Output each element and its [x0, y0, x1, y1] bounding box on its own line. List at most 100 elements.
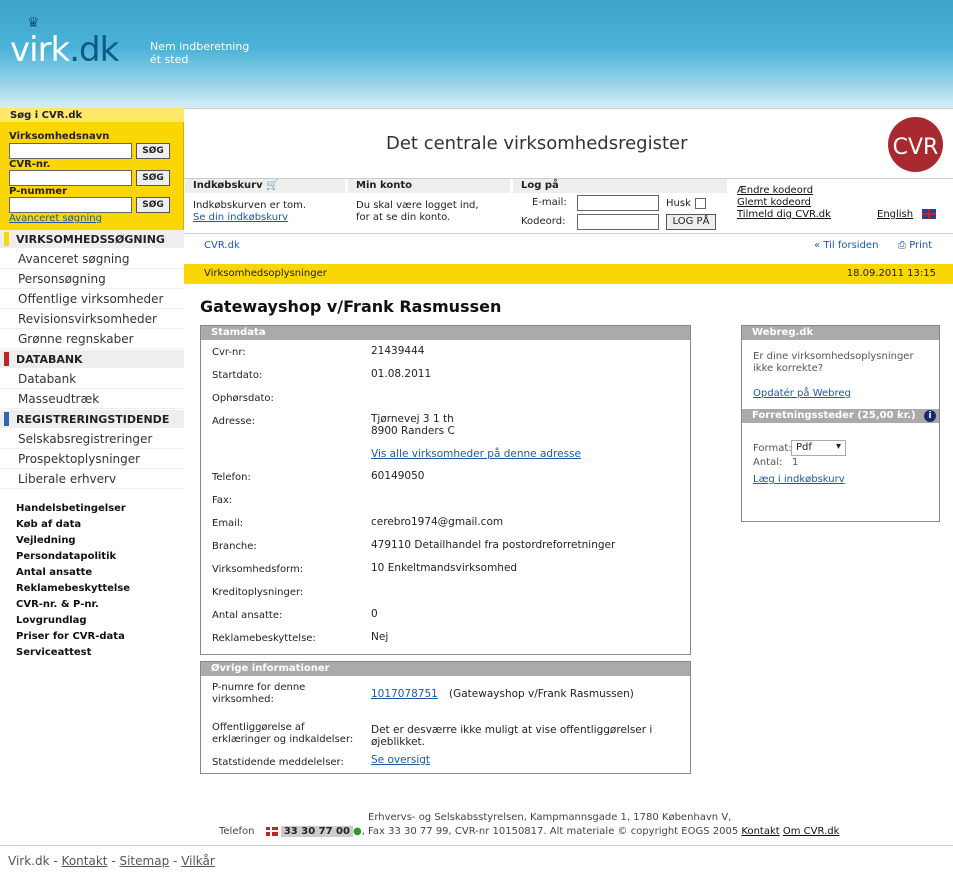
link-ad-protection[interactable]: Reklamebeskyttelse: [16, 583, 130, 594]
search-name-button[interactable]: SØG: [136, 143, 170, 159]
gazette-overview-link[interactable]: Se oversigt: [371, 754, 671, 767]
address-line2: 8900 Randers C: [371, 425, 455, 437]
phone-number[interactable]: 33 30 77 00: [280, 826, 353, 837]
to-front-label: Til forsiden: [823, 240, 879, 251]
p-numbers-label-2: virksomhed:: [212, 694, 274, 705]
update-webreg-link[interactable]: Opdatér på Webreg: [753, 388, 851, 400]
nav-section-search[interactable]: VIRKSOMHEDSSØGNING: [0, 230, 184, 248]
crown-icon: ♛: [27, 15, 40, 31]
cvr-search-box: Søg i CVR.dk Virksomhedsnavn SØG CVR-nr.…: [0, 108, 184, 232]
separator: -: [53, 854, 58, 868]
to-front-link[interactable]: « Til forsiden: [814, 240, 878, 251]
row-value: Nej: [371, 631, 389, 643]
link-cvr-p-numbers[interactable]: CVR-nr. & P-nr.: [16, 599, 99, 610]
bottom-sitemap-link[interactable]: Sitemap: [119, 854, 169, 868]
search-cvr-button[interactable]: SØG: [136, 170, 170, 186]
row-label: Kreditoplysninger:: [212, 587, 304, 598]
company-name-input[interactable]: [9, 143, 132, 159]
double-chevron-left-icon: «: [814, 240, 821, 251]
format-select[interactable]: Pdf ▾: [791, 440, 846, 456]
footer-address: Erhvervs- og Selskabsstyrelsen, Kampmann…: [368, 812, 732, 823]
cvr-input[interactable]: [9, 170, 132, 186]
p-number-input[interactable]: [9, 197, 132, 213]
nav-item-public-companies[interactable]: Offentlige virksomheder: [0, 289, 184, 309]
password-label: Kodeord:: [521, 216, 566, 227]
count-value: 1: [792, 457, 799, 468]
bottom-contact-link[interactable]: Kontakt: [62, 854, 108, 868]
search-p-button[interactable]: SØG: [136, 197, 170, 213]
view-cart-link[interactable]: Se din indkøbskurv: [193, 212, 288, 224]
row-value: cerebro1974@gmail.com: [371, 516, 504, 528]
nav-section-databank[interactable]: DATABANK: [0, 350, 184, 368]
advanced-search-link[interactable]: Avanceret søgning: [9, 213, 102, 224]
link-employees[interactable]: Antal ansatte: [16, 567, 92, 578]
virk-logo[interactable]: virk.dk: [10, 30, 119, 70]
nav-item-advanced-search[interactable]: Avanceret søgning: [0, 249, 184, 269]
search-title: Søg i CVR.dk: [0, 108, 184, 122]
uk-flag-icon[interactable]: [922, 209, 936, 219]
link-service-certificate[interactable]: Serviceattest: [16, 647, 91, 658]
add-to-cart-link[interactable]: Læg i indkøbskurv: [753, 474, 845, 486]
print-link[interactable]: ⎙ Print: [898, 240, 932, 251]
nav-item-liberal-professions[interactable]: Liberale erhverv: [0, 469, 184, 489]
gazette-label: Statstidende meddelelser:: [212, 757, 344, 768]
email-label: E-mail:: [532, 197, 567, 208]
webreg-title: Webreg.dk: [742, 326, 939, 340]
footer-about-link[interactable]: Om CVR.dk: [783, 826, 840, 837]
page-title: Det centrale virksomhedsregister: [386, 133, 688, 154]
stamdata-title: Stamdata: [201, 326, 690, 340]
p-number-text: (Gatewayshop v/Frank Rasmussen): [449, 688, 634, 700]
row-label: Adresse:: [212, 416, 255, 427]
publications-text-2: øjeblikket.: [371, 736, 426, 748]
link-legislation[interactable]: Lovgrundlag: [16, 615, 87, 626]
cart-title-text: Indkøbskurv: [193, 180, 263, 191]
tagline-line2: ét sted: [150, 53, 189, 66]
link-buy-data[interactable]: Køb af data: [16, 519, 81, 530]
signup-link[interactable]: Tilmeld dig CVR.dk: [737, 209, 831, 221]
row-value: 10 Enkeltmandsvirksomhed: [371, 562, 518, 574]
nav-item-bulk-extract[interactable]: Masseudtræk: [0, 389, 184, 409]
row-label: Ophørsdato:: [212, 393, 274, 404]
row-value: 21439444: [371, 345, 425, 357]
phone-icon[interactable]: ●: [353, 826, 362, 837]
email-input[interactable]: [577, 195, 659, 211]
business-locations-title: Forretningssteder (25,00 kr.) i: [742, 409, 939, 423]
cvr-logo: CVR: [888, 117, 943, 172]
breadcrumb[interactable]: CVR.dk: [204, 240, 240, 251]
other-info-panel: Øvrige informationer P-numre for denne v…: [200, 661, 691, 774]
nav-item-green-accounts[interactable]: Grønne regnskaber: [0, 329, 184, 349]
nav-item-company-registrations[interactable]: Selskabsregistreringer: [0, 429, 184, 449]
nav-item-databank[interactable]: Databank: [0, 369, 184, 389]
footer-fax-copyright: , Fax 33 30 77 99, CVR-nr 10150817. Alt …: [361, 826, 739, 837]
link-privacy[interactable]: Persondatapolitik: [16, 551, 116, 562]
english-link[interactable]: English: [877, 209, 913, 221]
p-number-link[interactable]: 1017078751: [371, 688, 441, 701]
cart-title: Indkøbskurv 🛒: [185, 179, 345, 193]
bottom-nav: Virk.dk - Kontakt - Sitemap - Vilkår: [0, 845, 953, 879]
nav-item-prospect-info[interactable]: Prospektoplysninger: [0, 449, 184, 469]
row-label: Fax:: [212, 495, 233, 506]
link-terms[interactable]: Handelsbetingelser: [16, 503, 126, 514]
bottom-terms-link[interactable]: Vilkår: [181, 854, 215, 868]
footer-contact-link[interactable]: Kontakt: [741, 826, 779, 837]
same-address-link[interactable]: Vis alle virksomheder på denne adresse: [371, 448, 671, 461]
nav-section-registry[interactable]: REGISTRERINGSTIDENDE: [0, 410, 184, 428]
business-locations-label: Forretningssteder (25,00 kr.): [752, 410, 916, 421]
row-value: 60149050: [371, 470, 425, 482]
remember-checkbox[interactable]: [695, 198, 706, 209]
nav-item-person-search[interactable]: Personsøgning: [0, 269, 184, 289]
p-numbers-label-1: P-numre for denne: [212, 682, 306, 693]
login-button[interactable]: LOG PÅ: [666, 214, 716, 230]
cvr-label: CVR-nr.: [9, 159, 51, 170]
info-icon[interactable]: i: [924, 410, 936, 422]
nav-item-audit-companies[interactable]: Revisionsvirksomheder: [0, 309, 184, 329]
password-input[interactable]: [577, 214, 659, 230]
link-prices[interactable]: Priser for CVR-data: [16, 631, 125, 642]
printer-icon: ⎙: [898, 240, 906, 251]
row-label: Virksomhedsform:: [212, 564, 304, 575]
bottom-site-label: Virk.dk: [8, 854, 50, 868]
forgot-password-link[interactable]: Glemt kodeord: [737, 197, 811, 209]
site-banner: [0, 0, 953, 108]
change-password-link[interactable]: Ændre kodeord: [737, 185, 813, 197]
link-guide[interactable]: Vejledning: [16, 535, 76, 546]
